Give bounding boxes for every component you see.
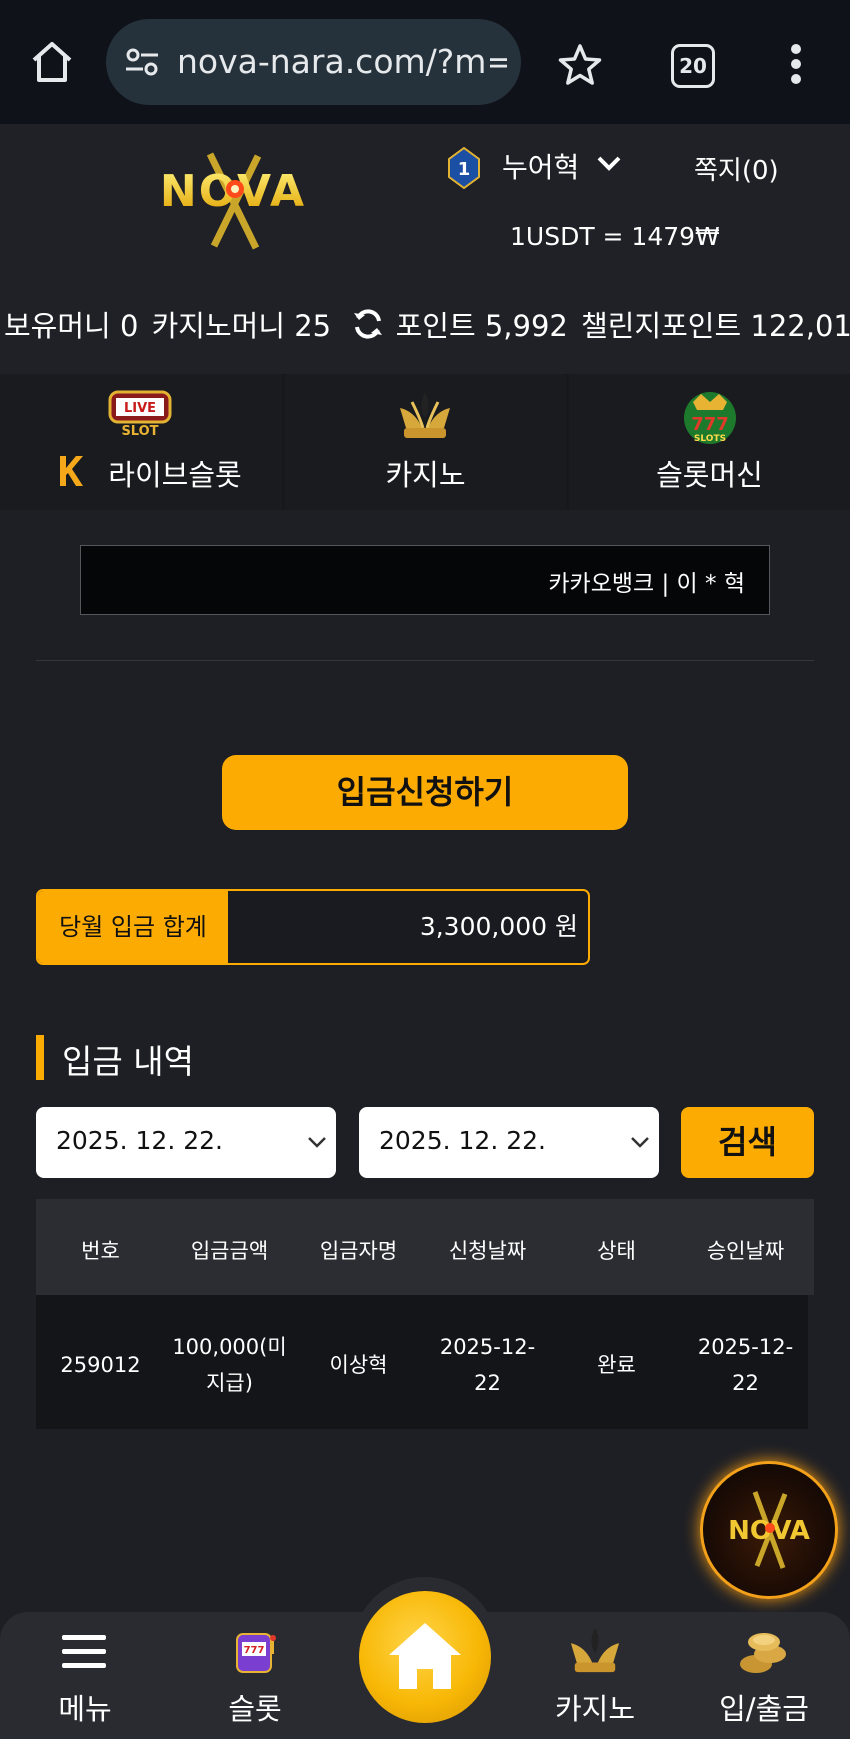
chevron-down-icon[interactable] xyxy=(596,152,622,174)
nav-deposit-withdraw[interactable]: 입/출금 xyxy=(708,1612,820,1739)
messages-link[interactable]: 쪽지(0) xyxy=(694,150,779,187)
nav-casino[interactable]: 카지노 xyxy=(540,1612,650,1739)
cell-amount-line2: 지급) xyxy=(206,1371,253,1395)
divider xyxy=(36,660,814,661)
nav-slot-label: 슬롯 xyxy=(228,1692,282,1726)
floating-nova-button[interactable]: NOVA xyxy=(700,1461,838,1599)
date-to-value: 2025. 12. 22. xyxy=(379,1126,546,1155)
cell-amount: 100,000(미 지급) xyxy=(165,1329,294,1401)
cell-status: 완료 xyxy=(597,1353,636,1377)
nova-logo: NOVA xyxy=(728,1491,810,1569)
section-accent-bar xyxy=(36,1035,44,1080)
777-slots-icon: 777 SLOTS xyxy=(684,392,736,444)
tab-casino-label: 카지노 xyxy=(385,458,466,492)
date-from-value: 2025. 12. 22. xyxy=(56,1126,223,1155)
points: 포인트 5,992 xyxy=(395,309,568,343)
col-number: 번호 xyxy=(81,1239,120,1263)
col-request-date: 신청날짜 xyxy=(448,1239,527,1263)
coins-icon xyxy=(740,1633,786,1673)
cell-depositor: 이상혁 xyxy=(329,1353,388,1377)
chevron-down-icon xyxy=(631,1137,649,1148)
bank-account-text: 카카오뱅크 | 이 * 혁 xyxy=(548,571,745,597)
home-button[interactable] xyxy=(359,1591,491,1723)
col-depositor: 입금자명 xyxy=(319,1239,398,1263)
cell-amount-line1: 100,000(미 xyxy=(172,1335,287,1359)
home-icon[interactable] xyxy=(28,38,76,86)
deposit-request-button[interactable]: 입금신청하기 xyxy=(222,755,628,830)
svg-text:777: 777 xyxy=(691,414,729,435)
monthly-total-value: 3,300,000 원 xyxy=(419,912,578,941)
exchange-rate: 1USDT = 1479₩ xyxy=(510,222,720,251)
hamburger-menu-icon xyxy=(62,1635,106,1668)
svg-text:777: 777 xyxy=(244,1645,265,1656)
cell-approval-date: 2025-12- 22 xyxy=(681,1329,810,1401)
bookmark-star-icon[interactable] xyxy=(556,42,604,88)
nav-deposit-withdraw-label: 입/출금 xyxy=(719,1692,809,1726)
balance-bar: 보유머니 0 카지노머니 25 포인트 5,992 챌린지포인트 122,012 xyxy=(0,303,850,343)
level-number: 1 xyxy=(458,159,471,180)
nav-casino-label: 카지노 xyxy=(554,1692,636,1726)
monthly-deposit-total: 당월 입금 합계 3,300,000 원 xyxy=(36,889,590,965)
k-slot-casino-icon xyxy=(400,392,450,438)
monthly-total-label: 당월 입금 합계 xyxy=(38,891,228,963)
username[interactable]: 누어혁 xyxy=(502,146,579,186)
tab-live-slot[interactable]: LIVE SLOT 라이브슬롯 xyxy=(0,374,282,510)
cell-request-date: 2025-12- 22 xyxy=(423,1329,552,1401)
tab-casino[interactable]: 카지노 xyxy=(285,374,566,510)
table-row: 259012 100,000(미 지급) 이상혁 2025-12- 22 완료 … xyxy=(36,1295,808,1429)
svg-text:SLOTS: SLOTS xyxy=(694,434,726,444)
search-button[interactable]: 검색 xyxy=(681,1107,814,1178)
level-badge-icon: 1 xyxy=(448,147,480,189)
cell-approval-date-line2: 22 xyxy=(732,1371,759,1395)
tab-slot-machine-label: 슬롯머신 xyxy=(656,458,763,492)
svg-text:SLOT: SLOT xyxy=(121,424,158,438)
bank-account-field: 카카오뱅크 | 이 * 혁 xyxy=(80,545,770,615)
k-slot-casino-icon xyxy=(570,1627,620,1673)
game-category-tabs: LIVE SLOT 라이브슬롯 카지노 777 SLOTS 슬롯머신 xyxy=(0,374,850,510)
chevron-down-icon xyxy=(308,1137,326,1148)
home-icon xyxy=(389,1623,461,1689)
tab-live-slot-label: 라이브슬롯 xyxy=(108,458,242,492)
deposit-history-title: 입금 내역 xyxy=(62,1042,194,1081)
tab-switcher-button[interactable]: 20 xyxy=(671,44,715,88)
challenge-points: 챌린지포인트 122,012 xyxy=(581,309,850,343)
col-status: 상태 xyxy=(597,1239,636,1263)
col-amount: 입금금액 xyxy=(190,1239,269,1263)
cell-request-date-line2: 22 xyxy=(474,1371,501,1395)
tab-slot-machine[interactable]: 777 SLOTS 슬롯머신 xyxy=(569,374,850,510)
slot-machine-icon: 777 xyxy=(236,1633,276,1673)
cell-number: 259012 xyxy=(60,1353,141,1377)
col-approval-date: 승인날짜 xyxy=(706,1239,785,1263)
holding-money: 보유머니 0 xyxy=(4,309,139,343)
cell-request-date-line1: 2025-12- xyxy=(439,1335,536,1359)
casino-money: 카지노머니 25 xyxy=(151,309,332,343)
more-menu-icon[interactable] xyxy=(790,44,802,84)
nav-menu[interactable]: 메뉴 xyxy=(30,1612,140,1739)
nova-logo[interactable]: NOVA xyxy=(140,148,326,252)
date-from-select[interactable]: 2025. 12. 22. xyxy=(36,1107,336,1178)
refresh-icon[interactable] xyxy=(352,308,384,340)
date-to-select[interactable]: 2025. 12. 22. xyxy=(359,1107,659,1178)
table-header: 번호 입금금액 입금자명 신청날짜 상태 승인날짜 xyxy=(36,1199,814,1295)
nav-slot[interactable]: 777 슬롯 xyxy=(200,1612,310,1739)
cell-approval-date-line1: 2025-12- xyxy=(697,1335,794,1359)
svg-text:LIVE: LIVE xyxy=(124,401,156,416)
url-text[interactable]: nova-nara.com/?m=5 xyxy=(177,42,507,81)
nav-menu-label: 메뉴 xyxy=(58,1692,112,1726)
site-settings-icon[interactable] xyxy=(124,46,160,78)
deposit-history-table: 번호 입금금액 입금자명 신청날짜 상태 승인날짜 259012 100,000… xyxy=(36,1199,814,1429)
live-slot-icon: LIVE SLOT xyxy=(108,390,172,438)
